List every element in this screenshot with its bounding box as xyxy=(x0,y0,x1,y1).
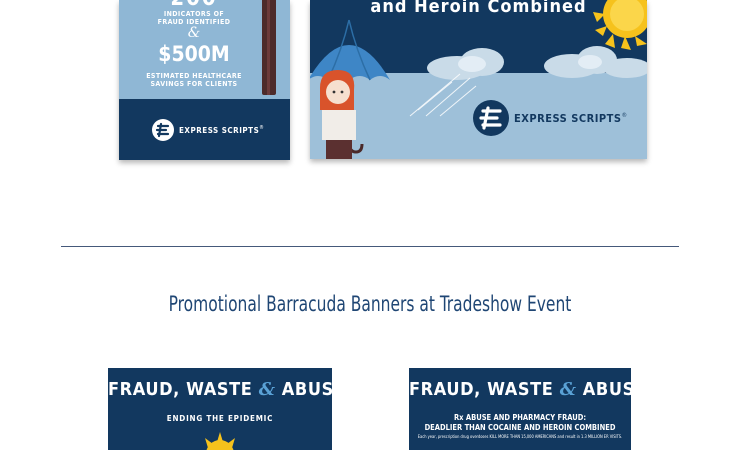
brand-mark: ® xyxy=(259,124,264,131)
banner-line-1: Rx ABUSE AND PHARMACY FRAUD: xyxy=(453,413,587,422)
section-title: Promotional Barracuda Banners at Tradesh… xyxy=(168,292,572,316)
brand-mark: ® xyxy=(621,111,627,119)
stat-label-3: ESTIMATED HEALTHCARE xyxy=(146,72,242,80)
banner-title: FRAUD, WASTE & ABUSE xyxy=(409,379,631,400)
brand-name: EXPRESS SCRIPTS xyxy=(514,111,622,125)
ampersand-text: & xyxy=(187,25,201,41)
fraud-stats-poster: 200 INDICATORS OF FRAUD IDENTIFIED & $50… xyxy=(119,0,290,160)
banner-title-part2: ABUSE xyxy=(281,379,332,400)
brand-name: EXPRESS SCRIPTS xyxy=(179,125,260,135)
banner-line-2: DEADLIER THAN COCAINE AND HEROIN COMBINE… xyxy=(424,423,616,432)
banner-ending-epidemic: FRAUD, WASTE & ABUSE ENDING THE EPIDEMIC xyxy=(108,368,332,450)
banner-subtitle: ENDING THE EPIDEMIC xyxy=(166,414,274,423)
banner-title-part1: FRAUD, WASTE xyxy=(108,379,259,400)
section-divider xyxy=(61,246,679,247)
poster-footer: EXPRESS SCRIPTS ® xyxy=(119,99,290,160)
stat-label-4: SAVINGS FOR CLIENTS xyxy=(150,80,238,88)
banner-title-part2: ABUSE xyxy=(582,379,631,400)
stat-label-1: INDICATORS OF xyxy=(163,10,225,18)
banner-title: FRAUD, WASTE & ABUSE xyxy=(108,379,332,400)
express-scripts-brand: EXPRESS SCRIPTS ® xyxy=(473,100,627,136)
banner-line-3: Each year, prescription drug overdoses K… xyxy=(417,434,623,439)
express-scripts-brand: EXPRESS SCRIPTS ® xyxy=(152,119,264,141)
rain-streaks xyxy=(409,73,477,117)
express-scripts-logo-icon xyxy=(152,119,174,141)
banner-deadlier-than: FRAUD, WASTE & ABUSE Rx ABUSE AND PHARMA… xyxy=(409,368,631,450)
person-figure xyxy=(320,70,356,159)
overdose-poster: and Heroin Combined EXPRESS SCRIPTS ® xyxy=(310,0,647,159)
banner-title-amp: & xyxy=(258,379,276,400)
pole-graphic xyxy=(262,0,276,95)
express-scripts-logo-icon xyxy=(473,100,509,136)
stat-big-amount: $500M xyxy=(158,42,230,66)
banner-title-amp: & xyxy=(559,379,577,400)
banner-title-part1: FRAUD, WASTE xyxy=(409,379,560,400)
sun-icon xyxy=(205,432,235,450)
